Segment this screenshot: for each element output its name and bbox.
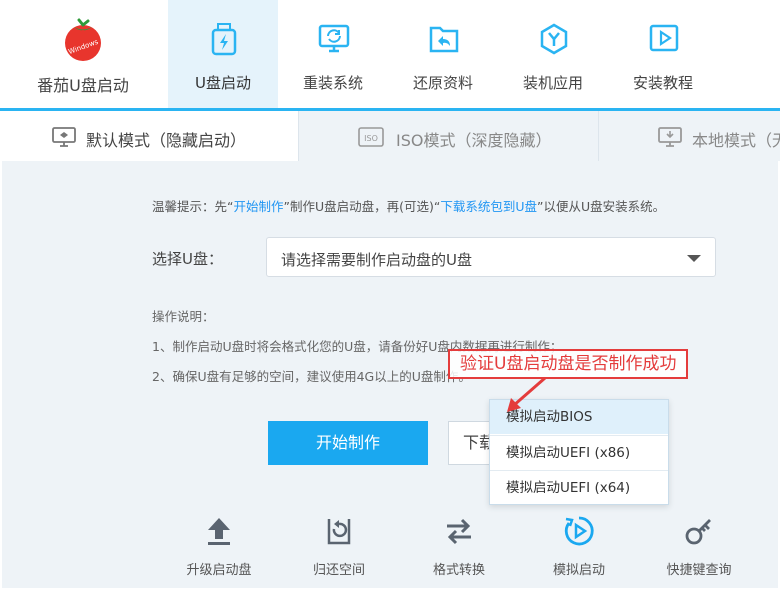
tip-middle: ”制作U盘启动盘，再(可选)“ [283,199,441,214]
tip-text: 温馨提示：先“开始制作”制作U盘启动盘，再(可选)“下载系统包到U盘”以便从U盘… [152,196,665,215]
tomato-logo-icon: Windows [65,18,101,61]
nav-item-apps[interactable]: 装机应用 [498,0,608,108]
tip-prefix: 温馨提示：先“ [152,199,234,214]
instructions-title: 操作说明： [152,309,215,324]
mode-label: ISO模式（深度隐藏） [396,131,552,150]
tab-separator [598,111,599,161]
tab-default-mode[interactable]: 默认模式（隐藏启动） [0,111,298,161]
tab-iso-mode[interactable]: ISO ISO模式（深度隐藏） [306,111,598,161]
monitor-icon [52,127,76,147]
tool-shortcut-query[interactable]: 快捷键查询 [644,511,754,581]
tip-link-start[interactable]: 开始制作 [233,199,283,214]
menu-item-uefi-x64[interactable]: 模拟启动UEFI (x64) [490,471,668,505]
mode-label: 本地模式（无 [692,131,780,150]
tool-restore-space[interactable]: 归还空间 [284,511,394,581]
monitor-refresh-icon [318,24,350,53]
nav-item-reinstall[interactable]: 重装系统 [278,0,388,108]
mode-label: 默认模式（隐藏启动） [86,131,247,150]
nav-item-restore[interactable]: 还原资料 [388,0,498,108]
key-icon [685,519,711,545]
video-play-icon [649,24,679,52]
annotation-callout: 验证U盘启动盘是否制作成功 [448,349,689,379]
menu-item-uefi-x86[interactable]: 模拟启动UEFI (x86) [490,436,668,470]
tool-simulate-boot[interactable]: 模拟启动 [524,511,634,581]
tool-label: 模拟启动 [552,563,605,578]
nav-label: 还原资料 [412,74,473,92]
svg-text:ISO: ISO [364,134,378,143]
chevron-down-icon [687,255,701,262]
nav-label: U盘启动 [195,74,251,92]
iso-icon: ISO [358,127,384,147]
monitor-download-icon [658,127,682,147]
upload-arrow-icon [208,518,230,545]
folder-restore-icon [429,26,459,53]
tool-upgrade[interactable]: 升级启动盘 [164,511,274,581]
nav-item-usb-boot[interactable]: U盘启动 [168,0,278,108]
brand-name: 番茄U盘启动 [37,76,129,95]
select-usb-label: 选择U盘： [152,250,223,268]
mode-tabs: 默认模式（隐藏启动） ISO ISO模式（深度隐藏） 本地模式（无 [0,111,780,161]
usb-select-placeholder: 请选择需要制作启动盘的U盘 [281,251,472,269]
play-circle-icon [564,516,594,546]
annotation-arrow-icon [507,376,546,412]
tool-label: 格式转换 [432,563,485,578]
nav-label: 安装教程 [632,74,693,92]
tool-format-convert[interactable]: 格式转换 [404,511,514,581]
usb-select[interactable]: 请选择需要制作启动盘的U盘 [266,237,716,277]
tab-local-mode[interactable]: 本地模式（无 [606,111,780,161]
nav-label: 装机应用 [522,74,583,92]
tab-separator [298,111,299,161]
instruction-line-2: 2、确保U盘有足够的空间，建议使用4G以上的U盘制作。 [152,369,471,384]
brand: Windows 番茄U盘启动 [0,0,166,108]
tip-link-download[interactable]: 下载系统包到U盘 [440,199,537,214]
tool-label: 升级启动盘 [186,563,252,578]
top-navigation: Windows 番茄U盘启动 U盘启动 重装系统 还原资料 装机应用 安装教程 [0,0,780,110]
tool-label: 快捷键查询 [666,563,732,578]
usb-bolt-icon [211,23,237,56]
tip-suffix: ”以便从U盘安装系统。 [537,199,666,214]
nav-label: 重装系统 [302,74,363,92]
start-button[interactable]: 开始制作 [268,421,428,465]
nav-item-tutorial[interactable]: 安装教程 [608,0,718,108]
restore-space-icon [327,519,351,545]
hexagon-y-icon [540,23,568,55]
swap-arrows-icon [447,518,471,545]
tool-label: 归还空间 [312,563,365,578]
